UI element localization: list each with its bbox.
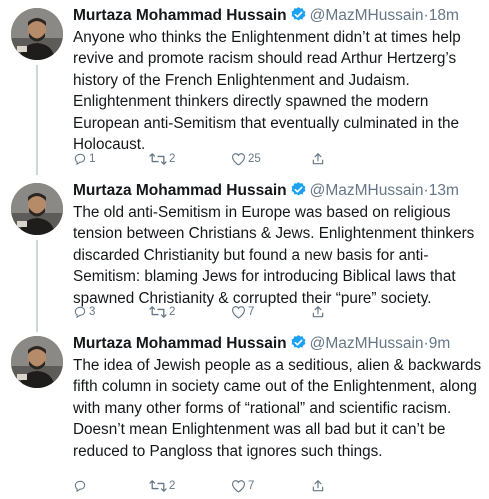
retweet-button[interactable]: 2 — [149, 477, 175, 495]
verified-badge-icon — [290, 334, 307, 357]
tweet-text: Anyone who thinks the Enlightenment didn… — [73, 29, 461, 154]
tweet-timestamp[interactable]: 9m — [429, 335, 451, 352]
tweet-actions: 2 7 — [73, 477, 333, 495]
like-count: 7 — [248, 306, 255, 318]
share-button[interactable] — [311, 477, 325, 495]
tweet[interactable]: Murtaza Mohammad Hussain @MazMHussain·18… — [0, 6, 489, 166]
reply-count: 1 — [89, 153, 96, 165]
reply-icon — [74, 480, 86, 493]
like-icon — [231, 306, 246, 319]
author-name[interactable]: Murtaza Mohammad Hussain — [73, 182, 287, 199]
tweet-header: Murtaza Mohammad Hussain @MazMHussain·13… — [73, 181, 459, 201]
avatar[interactable] — [11, 8, 63, 60]
retweet-button[interactable]: 2 — [149, 150, 175, 168]
tweet-header: Murtaza Mohammad Hussain @MazMHussain·9m — [73, 334, 450, 354]
tweet[interactable]: Murtaza Mohammad Hussain @MazMHussain·13… — [0, 181, 489, 336]
author-name[interactable]: Murtaza Mohammad Hussain — [73, 7, 287, 24]
verified-badge-icon — [290, 181, 307, 204]
author-handle[interactable]: @MazMHussain — [310, 182, 424, 199]
tweet-actions: 3 2 7 — [73, 303, 333, 321]
like-button[interactable]: 7 — [231, 303, 254, 321]
share-icon — [312, 480, 324, 492]
avatar[interactable] — [11, 183, 63, 235]
reply-icon — [74, 153, 86, 166]
share-icon — [312, 306, 324, 318]
reply-button[interactable]: 1 — [73, 150, 95, 168]
like-icon — [231, 153, 246, 166]
retweet-icon — [149, 306, 167, 318]
reply-icon — [74, 306, 86, 319]
tweet-header: Murtaza Mohammad Hussain @MazMHussain·18… — [73, 6, 459, 26]
like-button[interactable]: 7 — [231, 477, 254, 495]
author-name[interactable]: Murtaza Mohammad Hussain — [73, 335, 287, 352]
share-icon — [312, 153, 324, 165]
reply-count: 3 — [89, 306, 96, 318]
tweet-timestamp[interactable]: 13m — [429, 182, 459, 199]
author-handle[interactable]: @MazMHussain — [310, 7, 424, 24]
reply-button[interactable] — [73, 477, 89, 495]
retweet-count: 2 — [169, 480, 176, 492]
retweet-icon — [149, 153, 167, 165]
tweet[interactable]: Murtaza Mohammad Hussain @MazMHussain·9m… — [0, 334, 489, 499]
share-button[interactable] — [311, 303, 325, 321]
avatar[interactable] — [11, 336, 63, 388]
like-button[interactable]: 25 — [231, 150, 261, 168]
tweet-text: The idea of Jewish people as a seditious… — [73, 357, 482, 460]
share-button[interactable] — [311, 150, 325, 168]
like-icon — [231, 480, 246, 493]
retweet-count: 2 — [169, 306, 176, 318]
tweet-timestamp[interactable]: 18m — [429, 7, 459, 24]
like-count: 25 — [248, 153, 261, 165]
retweet-count: 2 — [169, 153, 176, 165]
tweet-text: The old anti-Semitism in Europe was base… — [73, 204, 475, 307]
tweet-actions: 1 2 25 — [73, 150, 333, 168]
verified-badge-icon — [290, 6, 307, 29]
author-handle[interactable]: @MazMHussain — [310, 335, 424, 352]
reply-button[interactable]: 3 — [73, 303, 95, 321]
retweet-icon — [149, 480, 167, 492]
like-count: 7 — [248, 480, 255, 492]
retweet-button[interactable]: 2 — [149, 303, 175, 321]
